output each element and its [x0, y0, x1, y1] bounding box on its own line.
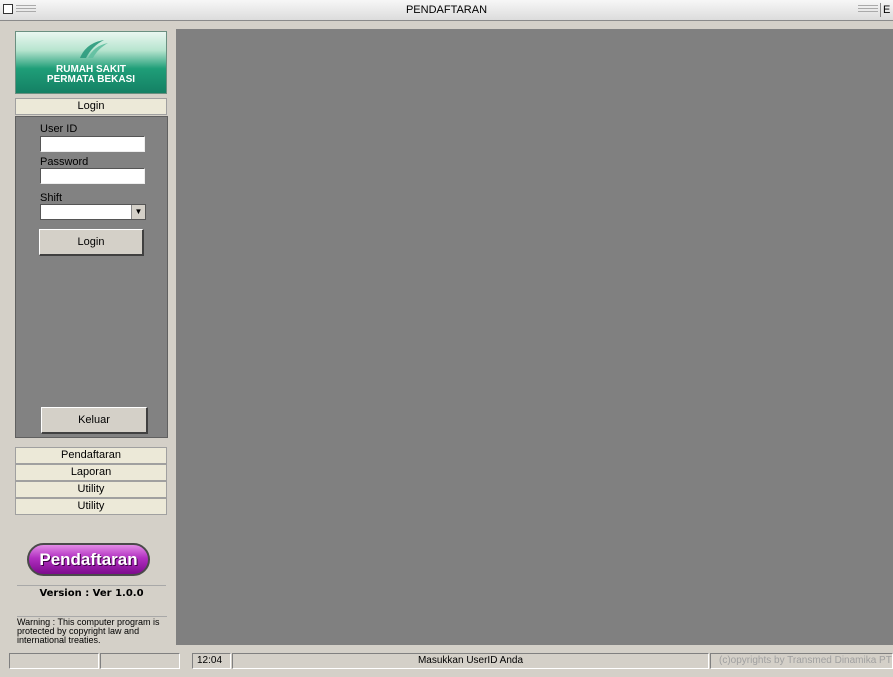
hospital-logo: RUMAH SAKIT PERMATA BEKASI [15, 31, 167, 94]
copyright-warning: Warning : This computer program is prote… [17, 616, 167, 645]
status-copyright: (c)opyrights by Transmed Dinamika PT [710, 653, 893, 669]
title-bar: PENDAFTARAN E [0, 0, 893, 21]
shift-label: Shift [40, 192, 63, 204]
exit-button[interactable]: Keluar [41, 407, 148, 434]
window-edge-glyph: E [880, 3, 893, 17]
userid-input[interactable] [40, 136, 145, 152]
status-time: 12:04 [192, 653, 231, 669]
shift-select[interactable]: ▼ [40, 204, 146, 220]
login-box: User ID Password Shift ▼ Login Keluar [15, 116, 168, 438]
login-section-header[interactable]: Login [15, 98, 167, 115]
logo-text: RUMAH SAKIT PERMATA BEKASI [16, 65, 166, 85]
window-title: PENDAFTARAN [405, 4, 488, 16]
status-bar: 12:04 Masukkan UserID Anda (c)opyrights … [0, 652, 893, 677]
status-panel-1 [9, 653, 99, 669]
nav-item-utility-1[interactable]: Utility [15, 481, 167, 498]
userid-label: User ID [40, 123, 78, 135]
nav-item-laporan[interactable]: Laporan [15, 464, 167, 481]
app-name-badge: Pendaftaran [27, 543, 150, 576]
version-label: Version : Ver 1.0.0 [17, 585, 166, 599]
left-panel: RUMAH SAKIT PERMATA BEKASI Login User ID… [11, 29, 168, 645]
password-input[interactable] [40, 168, 145, 184]
chevron-down-icon[interactable]: ▼ [131, 205, 145, 219]
password-label: Password [40, 156, 89, 168]
mdi-workspace [176, 29, 893, 645]
hospital-logo-icon [80, 40, 108, 58]
logo-line2: PERMATA BEKASI [46, 74, 136, 85]
nav-item-utility-2[interactable]: Utility [15, 498, 167, 515]
login-button[interactable]: Login [39, 229, 144, 256]
title-bar-grip-right [858, 5, 878, 14]
nav-item-pendaftaran[interactable]: Pendaftaran [15, 447, 167, 464]
status-panel-2 [100, 653, 180, 669]
status-message: Masukkan UserID Anda [232, 653, 709, 669]
